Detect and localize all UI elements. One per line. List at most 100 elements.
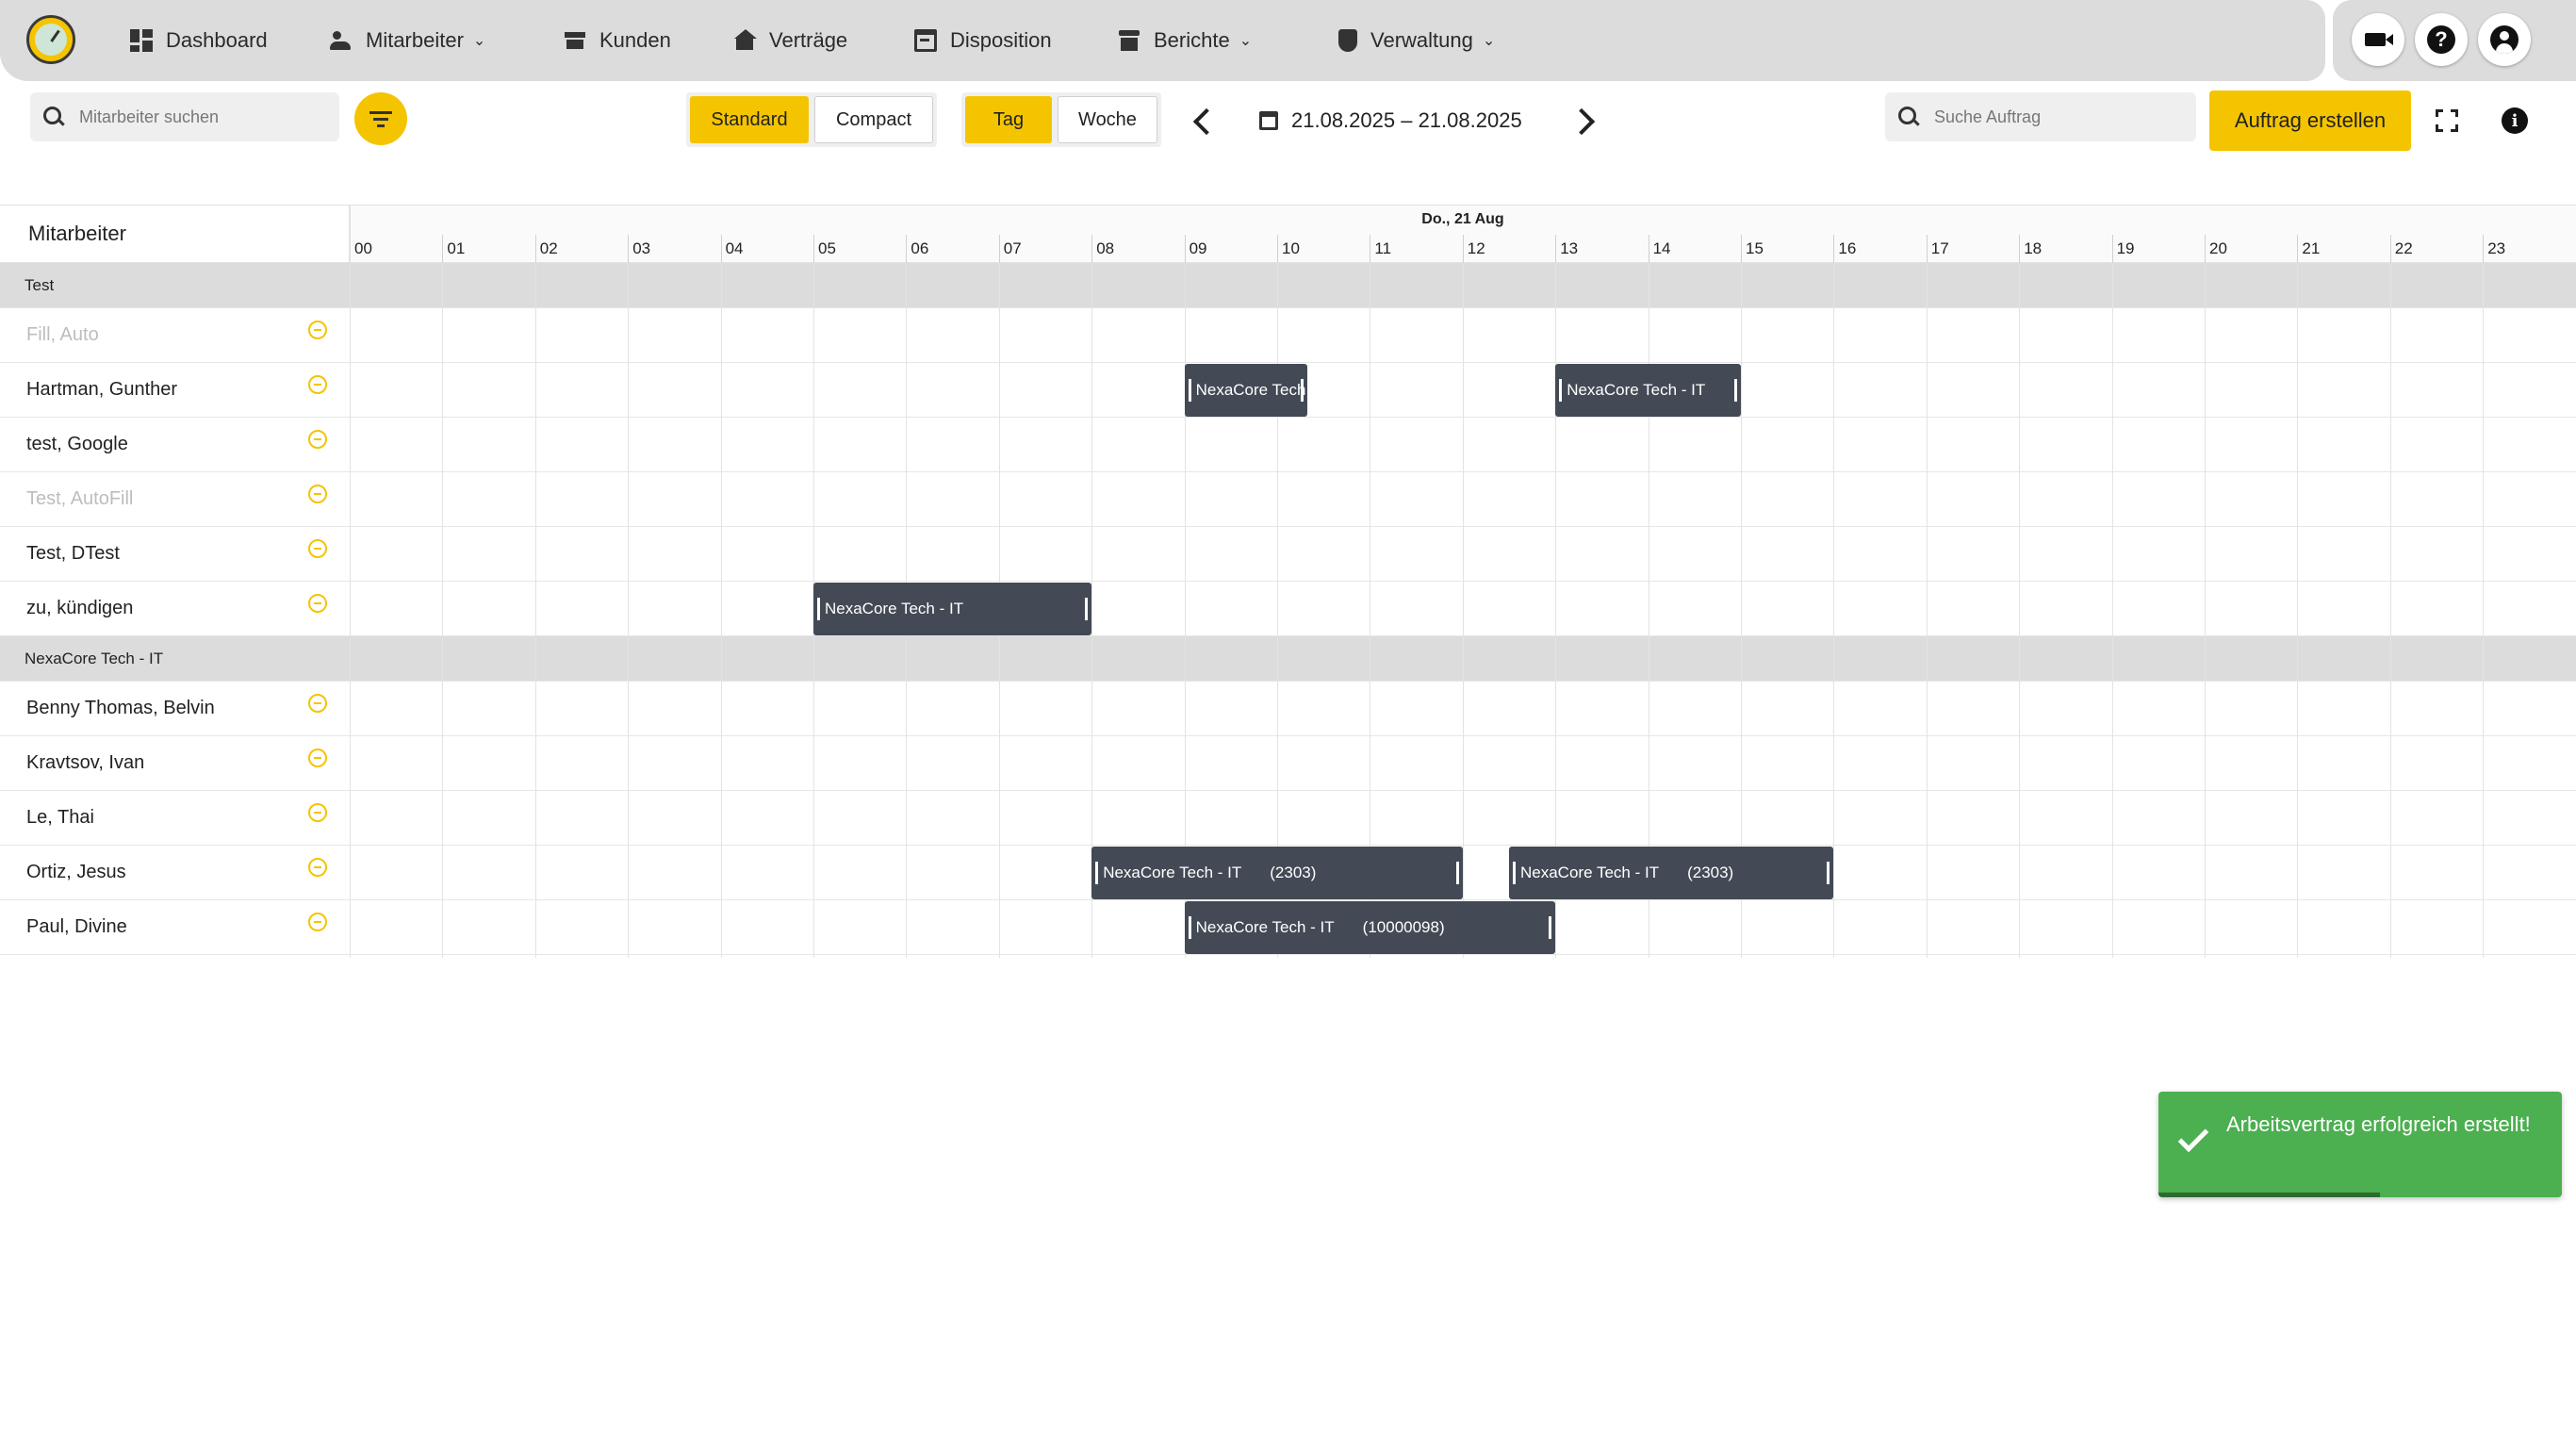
resource-name: Test, AutoFill (26, 488, 134, 509)
shift-event-label: NexaCore Tech - IT (1567, 381, 1706, 399)
help-button[interactable]: ? (2415, 13, 2468, 66)
hour-label: 11 (1370, 235, 1462, 263)
shift-event[interactable]: NexaCore Tech - IT (10000098) (1184, 901, 1556, 954)
order-search-input[interactable] (1932, 106, 2177, 128)
resource-name: Le, Thai (26, 807, 94, 828)
shift-event-label: NexaCore Tech - IT (825, 600, 964, 617)
remove-resource-icon[interactable] (308, 694, 327, 713)
resource-name: test, Google (26, 434, 128, 454)
resource-name: Paul, Divine (26, 916, 127, 937)
remove-resource-icon[interactable] (308, 858, 327, 877)
hour-label: 03 (628, 235, 720, 263)
nav-item-dashboard[interactable]: Dashboard (130, 25, 268, 57)
shift-event-label: NexaCore Tech - IT (1520, 864, 1660, 881)
resource-name: Benny Thomas, Belvin (26, 698, 215, 718)
create-order-button[interactable]: Auftrag erstellen (2209, 90, 2411, 151)
hour-label: 08 (1091, 235, 1184, 263)
remove-resource-icon[interactable] (308, 375, 327, 394)
hour-label: 23 (2483, 235, 2575, 263)
shift-event-number: (2303) (1687, 864, 1734, 881)
hour-label: 00 (350, 235, 442, 263)
remove-resource-icon[interactable] (308, 321, 327, 339)
shift-event-number: (2303) (1270, 864, 1317, 881)
group-label: NexaCore Tech - IT (25, 649, 164, 667)
hour-label: 12 (1462, 235, 1555, 263)
resource-name: Test, DTest (26, 543, 120, 564)
range-mode-toggle: Tag Woche (961, 92, 1161, 147)
shift-event-label: NexaCore Tech - IT (1103, 864, 1242, 881)
remove-resource-icon[interactable] (308, 430, 327, 449)
nav-item-verwaltung[interactable]: Verwaltung ⌄ (1338, 25, 1495, 57)
shift-event[interactable]: NexaCore Tech - IT (1555, 364, 1741, 417)
date-range-text: 21.08.2025 – 21.08.2025 (1291, 108, 1522, 132)
video-call-button[interactable] (2352, 13, 2404, 66)
remove-resource-icon[interactable] (308, 485, 327, 503)
nav-item-berichte[interactable]: Berichte ⌄ (1118, 25, 1252, 57)
shift-event-label: NexaCore Tech (1195, 381, 1306, 399)
nav-item-label: Disposition (950, 28, 1052, 52)
order-search[interactable] (1885, 92, 2196, 141)
nav-item-mitarbeiter[interactable]: Mitarbeiter ⌄ (330, 25, 485, 57)
nav-item-kunden[interactable]: Kunden (564, 25, 671, 57)
range-day-button[interactable]: Tag (965, 96, 1052, 143)
resource-row[interactable]: test, Google (0, 418, 2576, 472)
success-toast[interactable]: Arbeitsvertrag erfolgreich erstellt! (2158, 1092, 2562, 1197)
employee-search-input[interactable] (77, 106, 322, 128)
nav-item-label: Kunden (599, 28, 671, 52)
archive-icon (1118, 29, 1140, 52)
shift-event[interactable]: NexaCore Tech - IT (2303) (1091, 847, 1463, 899)
remove-resource-icon[interactable] (308, 913, 327, 931)
resource-row[interactable]: Kravtsov, Ivan (0, 736, 2576, 791)
hour-label: 16 (1833, 235, 1926, 263)
house-icon (733, 29, 757, 52)
view-standard-button[interactable]: Standard (690, 96, 809, 143)
view-compact-button[interactable]: Compact (814, 96, 933, 143)
employee-search[interactable] (30, 92, 339, 141)
resource-row[interactable]: Le, Thai (0, 791, 2576, 846)
help-icon: ? (2427, 25, 2455, 54)
hour-label: 10 (1277, 235, 1370, 263)
resource-row[interactable]: Test, DTest (0, 527, 2576, 582)
remove-resource-icon[interactable] (308, 749, 327, 767)
shift-event[interactable]: NexaCore Tech (1184, 364, 1308, 417)
hour-label: 20 (2205, 235, 2297, 263)
account-icon (2490, 25, 2519, 54)
date-range-picker[interactable]: 21.08.2025 – 21.08.2025 (1259, 104, 1522, 138)
store-icon (564, 29, 586, 52)
hour-label: 07 (998, 235, 1091, 263)
remove-resource-icon[interactable] (308, 803, 327, 822)
calendar-icon (1259, 111, 1278, 130)
resource-row[interactable]: zu, kündigen (0, 582, 2576, 636)
top-navigation-bar: Dashboard Mitarbeiter ⌄ Kunden Verträge Dispo… (0, 0, 2325, 81)
resource-row[interactable]: Test, AutoFill (0, 472, 2576, 527)
previous-date-button[interactable] (1190, 104, 1218, 138)
remove-resource-icon[interactable] (308, 594, 327, 613)
next-date-button[interactable] (1570, 104, 1599, 138)
search-icon (43, 107, 64, 127)
dashboard-icon (130, 29, 153, 52)
app-logo[interactable] (26, 15, 75, 64)
shift-event[interactable]: NexaCore Tech - IT (2303) (1509, 847, 1834, 899)
resource-row[interactable]: Fill, Auto (0, 308, 2576, 363)
filter-icon (369, 110, 392, 114)
nav-item-label: Verträge (769, 28, 848, 52)
nav-item-label: Dashboard (166, 28, 268, 52)
search-icon (1898, 107, 1919, 127)
nav-item-label: Mitarbeiter (366, 28, 464, 52)
fullscreen-icon[interactable] (2436, 109, 2458, 132)
view-mode-toggle: Standard Compact (686, 92, 937, 147)
shift-event[interactable]: NexaCore Tech - IT (813, 583, 1092, 635)
account-button[interactable] (2478, 13, 2531, 66)
filter-button[interactable] (354, 92, 407, 145)
nav-item-vertr-ge[interactable]: Verträge (733, 25, 847, 57)
shift-event-number: (10000098) (1362, 918, 1445, 936)
info-icon[interactable]: i (2502, 107, 2528, 134)
resource-row[interactable]: Benny Thomas, Belvin (0, 682, 2576, 736)
range-week-button[interactable]: Woche (1058, 96, 1157, 143)
people-icon (330, 29, 353, 52)
hour-label: 04 (720, 235, 813, 263)
remove-resource-icon[interactable] (308, 539, 327, 558)
nav-item-disposition[interactable]: Disposition (914, 25, 1052, 57)
scheduler: Mitarbeiter Do., 21 Aug 00 01 02 03 04 05 06 07… (0, 205, 2576, 959)
chevron-down-icon: ⌄ (1482, 33, 1496, 49)
